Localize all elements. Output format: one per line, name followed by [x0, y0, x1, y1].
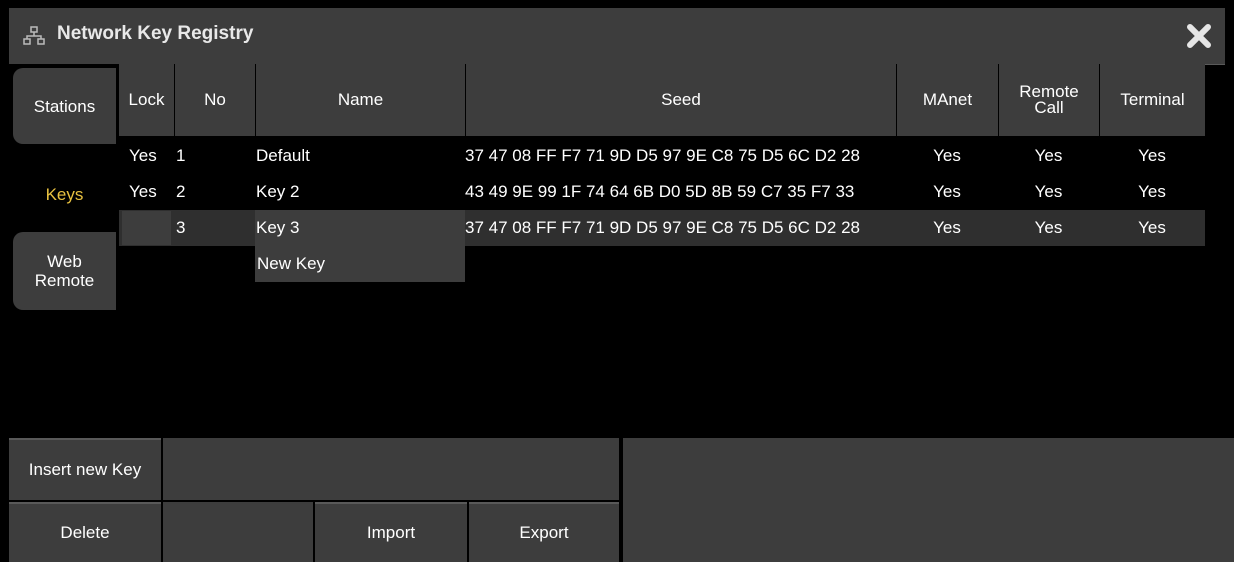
cell-lock[interactable]: Yes: [129, 174, 174, 210]
cell-remote-call[interactable]: Yes: [998, 138, 1099, 174]
tab-stations[interactable]: Stations: [13, 68, 116, 144]
column-header-lock[interactable]: Lock: [119, 64, 174, 136]
window-title: Network Key Registry: [57, 23, 254, 44]
button-bar: Insert new Key Delete Import Export: [9, 438, 1234, 562]
tab-bar: Stations Keys Web Remote: [9, 64, 119, 438]
table-row[interactable]: Yes 1 Default 37 47 08 FF F7 71 9D D5 97…: [119, 138, 1205, 174]
close-icon[interactable]: [1185, 22, 1213, 50]
cell-terminal[interactable]: Yes: [1099, 210, 1205, 246]
cell-manet[interactable]: Yes: [896, 210, 998, 246]
tab-stations-label: Stations: [33, 96, 96, 116]
empty-button-slot: [163, 438, 619, 500]
tab-web-remote-label: Web Remote: [34, 252, 95, 290]
cell-seed[interactable]: 43 49 9E 99 1F 74 64 6B D0 5D 8B 59 C7 3…: [465, 174, 892, 210]
column-header-seed[interactable]: Seed: [465, 64, 896, 136]
cell-terminal[interactable]: Yes: [1099, 138, 1205, 174]
cell-remote-call[interactable]: Yes: [998, 174, 1099, 210]
cell-name[interactable]: Key 3: [256, 210, 464, 246]
cell-seed[interactable]: 37 47 08 FF F7 71 9D D5 97 9E C8 75 D5 6…: [465, 210, 892, 246]
cell-no[interactable]: 2: [176, 174, 216, 210]
cell-remote-call[interactable]: Yes: [998, 210, 1099, 246]
cell-manet[interactable]: Yes: [896, 174, 998, 210]
table-row-selected[interactable]: 3 Key 3 37 47 08 FF F7 71 9D D5 97 9E C8…: [119, 210, 1205, 246]
cell-terminal[interactable]: Yes: [1099, 174, 1205, 210]
empty-button-slot: [163, 502, 313, 562]
network-icon: [23, 26, 45, 46]
delete-button[interactable]: Delete: [9, 502, 161, 562]
column-header-manet[interactable]: MAnet: [896, 64, 998, 136]
tab-web-remote[interactable]: Web Remote: [13, 232, 116, 310]
cell-manet[interactable]: Yes: [896, 138, 998, 174]
cell-seed[interactable]: 37 47 08 FF F7 71 9D D5 97 9E C8 75 D5 6…: [465, 138, 892, 174]
cell-no[interactable]: 3: [176, 210, 216, 246]
new-key-field[interactable]: New Key: [255, 246, 465, 282]
cell-name[interactable]: Key 2: [256, 174, 464, 210]
insert-new-key-button[interactable]: Insert new Key: [9, 438, 161, 500]
cell-no[interactable]: 1: [176, 138, 216, 174]
tab-keys-label: Keys: [45, 184, 84, 204]
cell-lock[interactable]: Yes: [129, 138, 174, 174]
table-row[interactable]: Yes 2 Key 2 43 49 9E 99 1F 74 64 6B D0 5…: [119, 174, 1205, 210]
column-header-no[interactable]: No: [174, 64, 255, 136]
column-header-terminal[interactable]: Terminal: [1099, 64, 1205, 136]
column-header-remote-call[interactable]: Remote Call: [998, 64, 1099, 136]
title-bar: Network Key Registry: [9, 8, 1225, 65]
cell-name[interactable]: Default: [256, 138, 464, 174]
export-button[interactable]: Export: [469, 502, 619, 562]
tab-keys[interactable]: Keys: [13, 156, 116, 232]
import-button[interactable]: Import: [315, 502, 467, 562]
column-header-name[interactable]: Name: [255, 64, 465, 136]
empty-panel: [623, 438, 1234, 562]
cell-lock[interactable]: [122, 211, 171, 245]
network-key-registry-window: Network Key Registry Stations Keys Web R…: [9, 8, 1234, 562]
table-header: Lock No Name Seed MAnet Remote Call Term…: [119, 64, 1205, 136]
